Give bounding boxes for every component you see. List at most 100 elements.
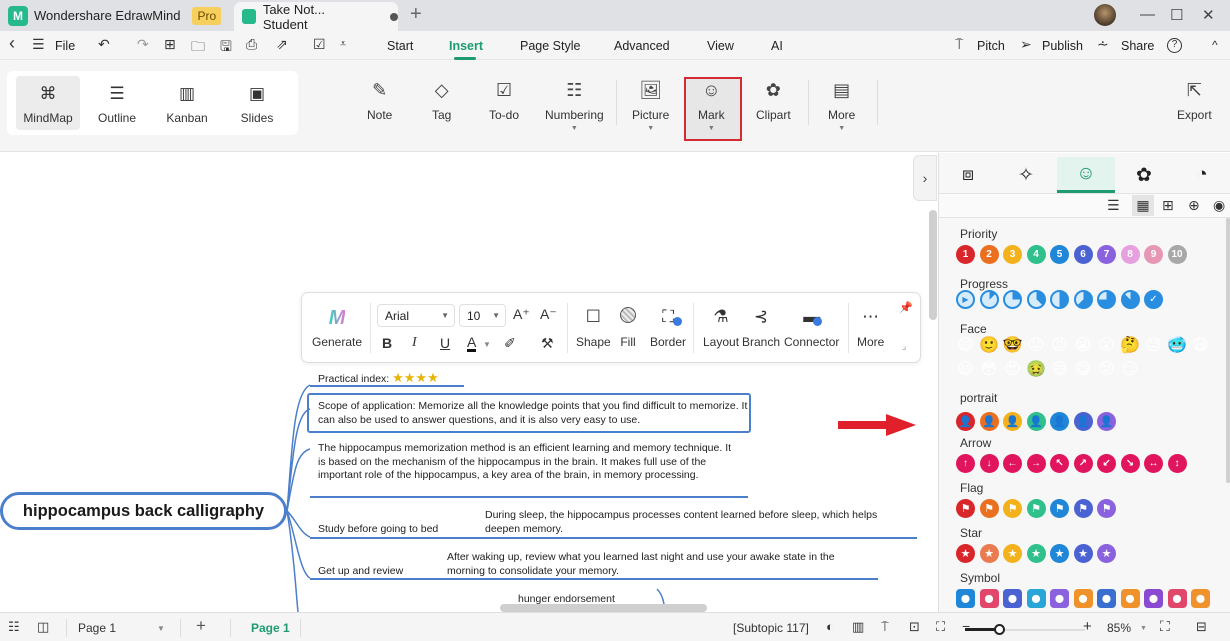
panel-tab-history[interactable]: ◔: [1173, 157, 1230, 193]
symbol-4-icon[interactable]: ⬤: [1050, 589, 1069, 608]
sidebar-toggle-icon[interactable]: ◫: [37, 619, 49, 635]
progress-25%-icon[interactable]: [1003, 290, 1022, 309]
symbol-3-icon[interactable]: ⬤: [1026, 589, 1046, 608]
zoom-in-button[interactable]: +: [1083, 618, 1092, 635]
list-view-icon[interactable]: ☰: [1107, 197, 1120, 214]
tab-advanced[interactable]: Advanced: [614, 39, 670, 53]
face-5-icon[interactable]: 😭: [1074, 335, 1093, 354]
user-avatar[interactable]: [1094, 4, 1116, 26]
flag-5-icon[interactable]: ⚑: [1073, 499, 1093, 518]
face-16-icon[interactable]: 😋: [1074, 359, 1093, 378]
new-tab-button[interactable]: +: [410, 3, 422, 26]
arrow-6-icon[interactable]: ↙: [1097, 454, 1116, 473]
progress-37.5%-icon[interactable]: [1026, 290, 1046, 309]
app-tab[interactable]: M Wondershare EdrawMind Pro: [8, 0, 222, 31]
tab-insert[interactable]: Insert: [449, 39, 483, 53]
border-button[interactable]: ⛶ Border: [650, 307, 686, 349]
face-4-icon[interactable]: 😡: [1050, 335, 1069, 354]
tab-view[interactable]: View: [707, 39, 734, 53]
generate-button[interactable]: M Generate: [312, 307, 362, 349]
layout-button[interactable]: ⚗ Layout: [703, 307, 739, 349]
priority-1-icon[interactable]: 1: [956, 245, 975, 264]
publish-icon[interactable]: ➢: [1020, 36, 1032, 53]
checklist-icon[interactable]: ☑: [313, 36, 326, 53]
tag-button[interactable]: ◇ Tag: [432, 80, 451, 122]
pro-badge[interactable]: Pro: [192, 6, 222, 25]
face-0-icon[interactable]: 😄: [956, 335, 975, 354]
collapse-toolbar-icon[interactable]: ⌟: [902, 341, 906, 352]
pitch-icon[interactable]: ⍑: [955, 36, 963, 53]
fit-width-icon[interactable]: ⊟: [1196, 619, 1207, 635]
file-menu[interactable]: File: [55, 39, 75, 53]
unsaved-dot-icon[interactable]: [390, 12, 398, 21]
fill-button[interactable]: Fill: [620, 307, 636, 349]
face-12-icon[interactable]: 😳: [980, 359, 999, 378]
panel-tab-ai[interactable]: ✧: [997, 157, 1055, 193]
share-icon[interactable]: ⩪: [1097, 36, 1109, 53]
topic-study-detail[interactable]: During sleep, the hippocampus processes …: [485, 509, 910, 536]
share-button[interactable]: Share: [1121, 39, 1154, 53]
face-7-icon[interactable]: 🤔: [1120, 335, 1140, 354]
portrait-1-icon[interactable]: 👤: [979, 412, 999, 431]
panel-tab-style[interactable]: ⧈: [939, 157, 997, 193]
face-9-icon[interactable]: 🥶: [1167, 335, 1187, 354]
save-icon[interactable]: 🖫: [220, 36, 232, 60]
more-button[interactable]: ▤ More ▼: [828, 80, 855, 132]
progress-62.5%-icon[interactable]: [1073, 290, 1093, 309]
add-custom-mark-icon[interactable]: ⊞: [1162, 197, 1174, 214]
portrait-0-icon[interactable]: 👤: [956, 412, 975, 431]
export-button[interactable]: ⇱ Export: [1177, 80, 1212, 122]
help-icon[interactable]: ?: [1167, 38, 1182, 53]
description-node[interactable]: The hippocampus memorization method is a…: [318, 442, 738, 483]
outline-toggle-icon[interactable]: ☷: [8, 619, 20, 635]
font-family-select[interactable]: Arial ▼: [377, 304, 455, 327]
progress-87.5%-icon[interactable]: [1120, 290, 1140, 309]
panel-scrollbar[interactable]: [1226, 218, 1230, 483]
todo-button[interactable]: ☑ To-do: [489, 80, 519, 122]
portrait-3-icon[interactable]: 👤: [1026, 412, 1046, 431]
face-3-icon[interactable]: 😟: [1027, 335, 1046, 354]
priority-3-icon[interactable]: 3: [1003, 245, 1022, 264]
priority-10-icon[interactable]: 10: [1167, 245, 1187, 264]
symbol-9-icon[interactable]: ⬤: [1167, 589, 1187, 608]
symbol-2-icon[interactable]: ⬤: [1003, 589, 1022, 608]
print-icon[interactable]: ⎙: [246, 36, 257, 53]
minimize-button[interactable]: —: [1140, 6, 1155, 23]
document-tab[interactable]: Take Not... Student: [234, 2, 398, 32]
undo-icon[interactable]: ↶: [98, 36, 110, 53]
arrow-0-icon[interactable]: ↑: [956, 454, 975, 473]
canvas-vertical-scrollbar[interactable]: [929, 210, 937, 320]
increase-font-icon[interactable]: A⁺: [513, 306, 530, 323]
priority-8-icon[interactable]: 8: [1120, 245, 1140, 264]
italic-button[interactable]: I: [412, 335, 417, 351]
arrow-9-icon[interactable]: ↕: [1167, 454, 1187, 473]
face-1-icon[interactable]: 🙂: [979, 335, 999, 354]
progress-50%-icon[interactable]: [1050, 290, 1069, 309]
back-icon[interactable]: ‹: [9, 33, 15, 54]
fit-page-icon[interactable]: ⊡: [909, 619, 920, 635]
bold-button[interactable]: B: [382, 335, 392, 351]
mark-button[interactable]: ☺ Mark ▼: [698, 80, 725, 132]
face-13-icon[interactable]: 😍: [1003, 359, 1022, 378]
view-mindmap[interactable]: ⌘ MindMap: [16, 76, 80, 130]
format-painter-icon[interactable]: ⚒: [541, 335, 554, 352]
pitch-button[interactable]: Pitch: [977, 39, 1005, 53]
tab-start[interactable]: Start: [387, 39, 413, 53]
underline-button[interactable]: U: [440, 335, 450, 351]
publish-button[interactable]: Publish: [1042, 39, 1083, 53]
priority-6-icon[interactable]: 6: [1073, 245, 1093, 264]
grid-view-icon[interactable]: ▦: [1132, 195, 1154, 216]
new-icon[interactable]: ⊞: [164, 36, 176, 53]
redo-icon[interactable]: ↷: [137, 36, 149, 53]
collapse-ribbon-icon[interactable]: ^: [1212, 38, 1218, 52]
star-4-icon[interactable]: ★: [1050, 544, 1069, 563]
topic-hunger-endorsement[interactable]: hunger endorsement: [518, 593, 615, 607]
arrow-2-icon[interactable]: ←: [1003, 454, 1022, 473]
symbol-0-icon[interactable]: ⬤: [956, 589, 975, 608]
face-10-icon[interactable]: 😷: [1191, 335, 1210, 354]
picture-button[interactable]: 🖼 Picture ▼: [632, 80, 669, 132]
branch-button[interactable]: ⊰ Branch: [742, 307, 780, 349]
font-size-select[interactable]: 10 ▼: [459, 304, 506, 327]
show-marks-icon[interactable]: ◉: [1213, 197, 1225, 214]
topic-get-up-review[interactable]: Get up and review: [318, 565, 403, 579]
